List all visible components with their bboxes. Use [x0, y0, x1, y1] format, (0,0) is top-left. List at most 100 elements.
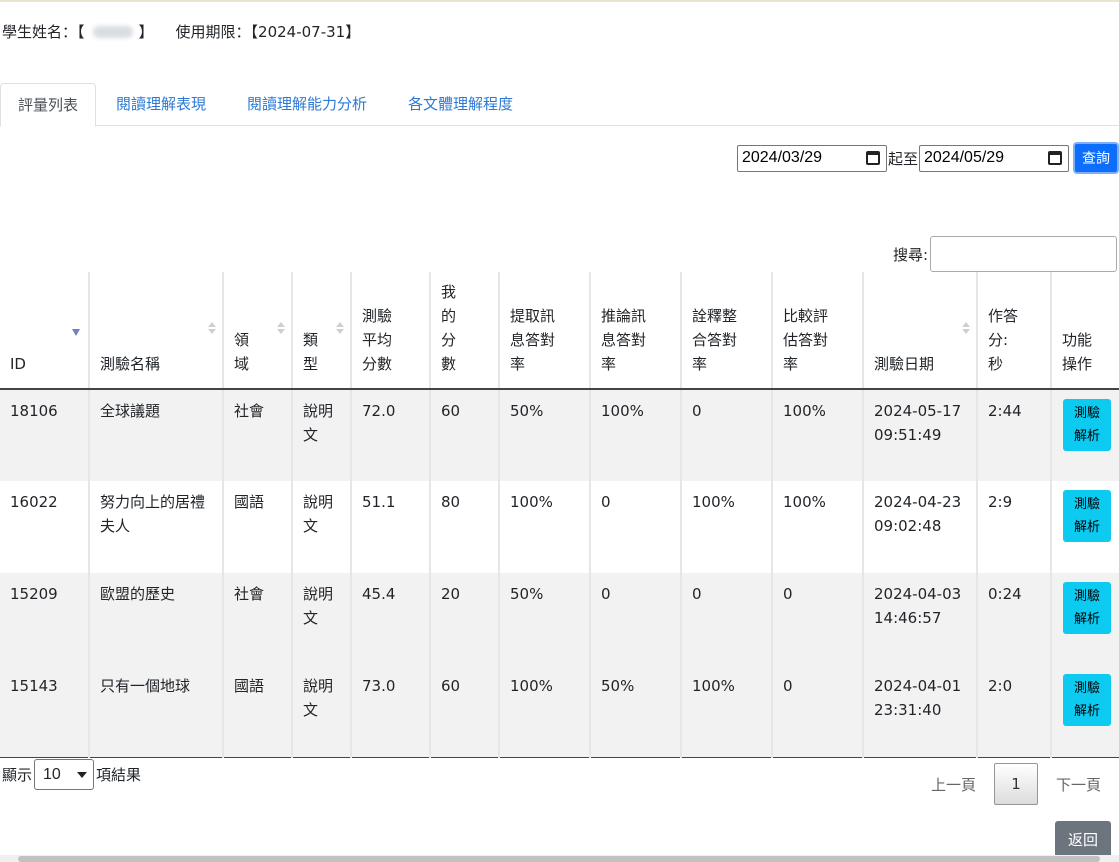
- cell-interpret-rate: 100%: [681, 481, 773, 573]
- calendar-icon[interactable]: [1048, 151, 1062, 165]
- cell-domain: 社會: [223, 573, 293, 665]
- cell-extract-rate: 100%: [499, 481, 591, 573]
- cell-type: 說明文: [292, 573, 352, 665]
- cell-my-score: 60: [430, 665, 500, 758]
- cell-average-score: 51.1: [351, 481, 431, 573]
- start-date-value: 2024/03/29: [741, 149, 823, 166]
- col-header-evaluate-rate[interactable]: 比較評 估答對率: [772, 272, 864, 390]
- table-row: 18106 全球議題 社會 說明文 72.0 60 50% 100% 0 100…: [0, 389, 1119, 481]
- pagination: 上一頁 1 下一頁: [913, 763, 1119, 805]
- cell-interpret-rate: 0: [681, 573, 773, 665]
- student-name-redacted: [85, 24, 139, 42]
- cell-answer-time: 2:9: [977, 481, 1052, 573]
- col-header-test-date[interactable]: 測驗日期: [863, 272, 978, 390]
- cell-domain: 社會: [223, 389, 293, 481]
- test-analysis-button[interactable]: 測驗 解析: [1063, 582, 1111, 634]
- cell-actions: 測驗 解析: [1051, 389, 1119, 481]
- cell-type: 說明文: [292, 389, 352, 481]
- end-date-value: 2024/05/29: [924, 149, 1005, 166]
- cell-test-name: 努力向上的居禮 夫人: [89, 481, 224, 573]
- cell-test-date: 2024-04-01 23:31:40: [863, 665, 978, 758]
- length-prefix: 顯示: [2, 766, 33, 784]
- col-header-my-score[interactable]: 我的分數: [430, 272, 500, 390]
- page-length-select[interactable]: 10: [34, 759, 95, 790]
- calendar-icon[interactable]: [865, 151, 880, 165]
- cell-answer-time: 2:44: [977, 389, 1052, 481]
- col-header-actions: 功能 操作: [1051, 272, 1119, 390]
- query-button[interactable]: 查詢: [1073, 142, 1119, 174]
- cell-domain: 國語: [223, 481, 293, 573]
- cell-interpret-rate: 0: [681, 389, 773, 481]
- cell-id: 16022: [0, 481, 90, 573]
- col-header-infer-rate[interactable]: 推論訊 息答對率: [590, 272, 682, 390]
- cell-test-name: 歐盟的歷史: [89, 573, 224, 665]
- cell-infer-rate: 0: [590, 573, 682, 665]
- cell-actions: 測驗 解析: [1051, 573, 1119, 665]
- cell-average-score: 72.0: [351, 389, 431, 481]
- test-analysis-button[interactable]: 測驗 解析: [1063, 490, 1111, 542]
- next-page-link[interactable]: 下一頁: [1038, 774, 1119, 795]
- cell-evaluate-rate: 100%: [772, 389, 864, 481]
- student-name-close: 】: [138, 23, 154, 41]
- tab-reading-ability-analysis[interactable]: 閱讀理解能力分析: [230, 83, 384, 126]
- table-row: 15143 只有一個地球 國語 說明文 73.0 60 100% 50% 100…: [0, 665, 1119, 758]
- col-header-average-score[interactable]: 測驗 平均 分數: [351, 272, 431, 390]
- col-header-type[interactable]: 類型: [292, 272, 352, 390]
- cell-actions: 測驗 解析: [1051, 481, 1119, 573]
- cell-average-score: 73.0: [351, 665, 431, 758]
- search-input[interactable]: [930, 236, 1117, 272]
- cell-domain: 國語: [223, 665, 293, 758]
- scrollbar-thumb[interactable]: [18, 856, 1100, 862]
- cell-type: 說明文: [292, 665, 352, 758]
- cell-test-name: 全球議題: [89, 389, 224, 481]
- col-header-id[interactable]: ID: [0, 272, 90, 390]
- student-info: 學生姓名：【 】 使用期限：【2024-07-31】: [2, 21, 360, 42]
- assessment-table: ID 測驗名稱 領域 類型 測驗 平均 分數 我的分數 提取訊 息答對率 推論訊 息答對…: [0, 272, 1119, 758]
- col-header-answer-time[interactable]: 作答 分: 秒: [977, 272, 1052, 390]
- cell-my-score: 20: [430, 573, 500, 665]
- cell-evaluate-rate: 0: [772, 573, 864, 665]
- page-length-control: 顯示 10 項結果: [2, 759, 141, 790]
- cell-extract-rate: 50%: [499, 389, 591, 481]
- tab-reading-performance[interactable]: 閱讀理解表現: [99, 83, 223, 126]
- table-search: 搜尋:: [893, 236, 1117, 272]
- page-number-current[interactable]: 1: [993, 763, 1038, 805]
- cell-id: 15143: [0, 665, 90, 758]
- page-length-value: 10: [43, 765, 61, 783]
- usage-period: 使用期限：【2024-07-31】: [175, 23, 361, 41]
- cell-extract-rate: 100%: [499, 665, 591, 758]
- date-range-separator: 起至: [887, 149, 918, 168]
- tab-genre-comprehension[interactable]: 各文體理解程度: [391, 83, 530, 126]
- test-analysis-button[interactable]: 測驗 解析: [1063, 399, 1111, 451]
- col-header-interpret-rate[interactable]: 詮釋整 合答對率: [681, 272, 773, 390]
- cell-extract-rate: 50%: [499, 573, 591, 665]
- cell-infer-rate: 0: [590, 481, 682, 573]
- previous-page-link[interactable]: 上一頁: [913, 774, 994, 795]
- cell-id: 18106: [0, 389, 90, 481]
- table-header-row: ID 測驗名稱 領域 類型 測驗 平均 分數 我的分數 提取訊 息答對率 推論訊 息答對…: [0, 272, 1119, 390]
- cell-actions: 測驗 解析: [1051, 665, 1119, 758]
- sort-desc-icon: [72, 329, 80, 336]
- cell-type: 說明文: [292, 481, 352, 573]
- table-row: 16022 努力向上的居禮 夫人 國語 說明文 51.1 80 100% 0 10…: [0, 481, 1119, 573]
- test-analysis-button[interactable]: 測驗 解析: [1063, 674, 1111, 726]
- tab-bar: 評量列表 閱讀理解表現 閱讀理解能力分析 各文體理解程度: [0, 83, 1119, 127]
- student-name-label: 學生姓名：【: [2, 23, 85, 41]
- cell-evaluate-rate: 100%: [772, 481, 864, 573]
- cell-my-score: 60: [430, 389, 500, 481]
- cell-answer-time: 2:0: [977, 665, 1052, 758]
- length-suffix: 項結果: [96, 766, 142, 784]
- date-filter: 2024/03/29 起至 2024/05/29 查詢: [736, 142, 1119, 174]
- cell-interpret-rate: 100%: [681, 665, 773, 758]
- cell-infer-rate: 50%: [590, 665, 682, 758]
- col-header-extract-rate[interactable]: 提取訊 息答對率: [499, 272, 591, 390]
- cell-my-score: 80: [430, 481, 500, 573]
- col-header-test-name[interactable]: 測驗名稱: [89, 272, 224, 390]
- end-date-input[interactable]: 2024/05/29: [919, 144, 1069, 172]
- tab-assessment-list[interactable]: 評量列表: [0, 83, 97, 127]
- horizontal-scrollbar[interactable]: [0, 855, 1119, 862]
- back-button[interactable]: 返回: [1055, 821, 1111, 858]
- cell-test-name: 只有一個地球: [89, 665, 224, 758]
- col-header-domain[interactable]: 領域: [223, 272, 293, 390]
- start-date-input[interactable]: 2024/03/29: [736, 144, 887, 172]
